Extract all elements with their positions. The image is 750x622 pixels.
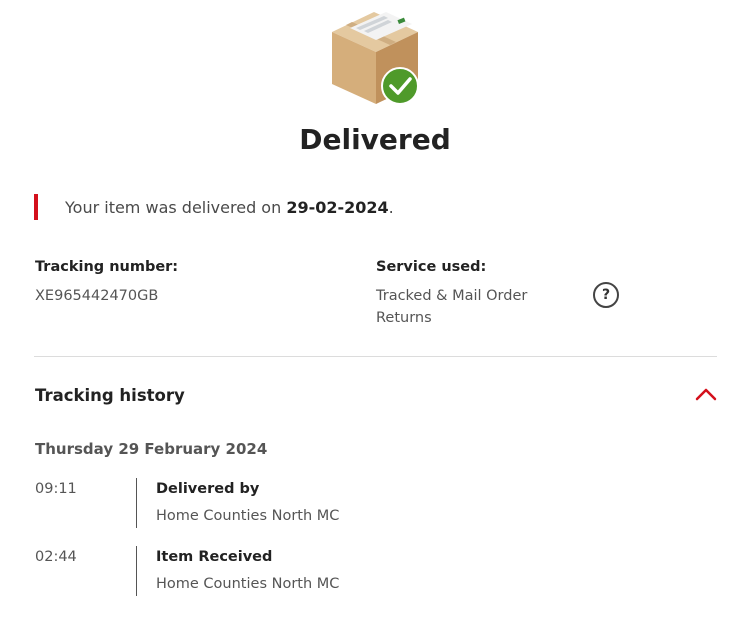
service-used-value: Tracked & Mail Order Returns bbox=[376, 288, 528, 326]
event-location: Home Counties North MC bbox=[156, 508, 340, 524]
delivery-notice: Your item was delivered on 29-02-2024. bbox=[34, 193, 394, 221]
event-timeline-line bbox=[136, 478, 137, 528]
event-time: 09:11 bbox=[35, 481, 77, 497]
event-title: Item Received bbox=[156, 549, 273, 565]
service-used-label: Service used: bbox=[376, 259, 487, 275]
history-date: Thursday 29 February 2024 bbox=[35, 440, 268, 458]
notice-text: Your item was delivered on 29-02-2024. bbox=[65, 198, 394, 217]
event-time: 02:44 bbox=[35, 549, 77, 565]
tracking-number-value: XE965442470GB bbox=[35, 288, 159, 304]
notice-prefix: Your item was delivered on bbox=[65, 197, 287, 217]
section-divider bbox=[34, 356, 717, 357]
question-circle-icon[interactable]: ? bbox=[593, 282, 619, 308]
notice-accent-bar bbox=[34, 194, 38, 220]
event-title: Delivered by bbox=[156, 481, 260, 497]
tracking-number-label: Tracking number: bbox=[35, 259, 179, 275]
event-location: Home Counties North MC bbox=[156, 576, 340, 592]
event-timeline-line bbox=[136, 546, 137, 596]
parcel-delivered-icon bbox=[328, 8, 424, 108]
notice-suffix: . bbox=[388, 197, 394, 217]
delivery-date: 29-02-2024 bbox=[286, 197, 389, 217]
tracking-history-heading: Tracking history bbox=[35, 386, 185, 405]
chevron-up-icon[interactable] bbox=[694, 384, 718, 404]
status-title: Delivered bbox=[299, 123, 451, 156]
